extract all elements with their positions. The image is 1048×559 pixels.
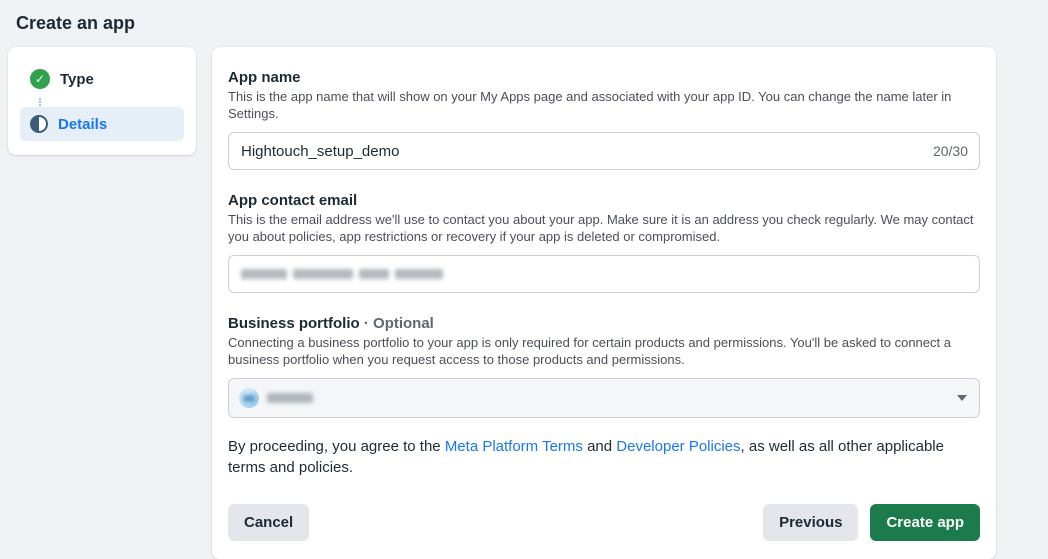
meta-platform-terms-link[interactable]: Meta Platform Terms bbox=[445, 438, 583, 455]
chevron-down-icon bbox=[957, 395, 967, 401]
previous-button[interactable]: Previous bbox=[763, 504, 859, 541]
business-portfolio-select[interactable] bbox=[228, 378, 980, 418]
char-counter: 20/30 bbox=[932, 143, 968, 159]
create-app-button[interactable]: Create app bbox=[870, 504, 980, 541]
developer-policies-link[interactable]: Developer Policies bbox=[616, 438, 740, 455]
step-connector-dotted-line bbox=[39, 98, 41, 106]
cancel-button[interactable]: Cancel bbox=[228, 504, 310, 541]
contact-email-label: App contact email bbox=[228, 192, 358, 209]
business-avatar bbox=[239, 388, 259, 408]
stepper-item-details[interactable]: Details bbox=[20, 107, 184, 141]
redacted-email-segment bbox=[293, 269, 353, 279]
redacted-business-name bbox=[267, 393, 313, 403]
create-app-form-card: App name This is the app name that will … bbox=[212, 47, 996, 559]
legal-middle: and bbox=[582, 438, 617, 455]
page-layout: ✓ Type Details App name This is the app … bbox=[0, 47, 1048, 559]
redacted-email-segment bbox=[395, 269, 443, 279]
stepper-item-label: Details bbox=[58, 115, 108, 133]
redacted-email-segment bbox=[359, 269, 389, 279]
stepper-item-type[interactable]: ✓ Type bbox=[20, 61, 184, 97]
page-title: Create an app bbox=[16, 13, 136, 33]
business-portfolio-label-text: Business portfolio bbox=[228, 315, 360, 332]
stepper-card: ✓ Type Details bbox=[8, 47, 196, 155]
stepper-item-label: Type bbox=[60, 70, 94, 88]
contact-email-description: This is the email address we'll use to c… bbox=[228, 212, 974, 244]
app-name-description: This is the app name that will show on y… bbox=[228, 89, 952, 121]
app-name-input[interactable] bbox=[228, 132, 980, 170]
redacted-email-segment bbox=[241, 269, 287, 279]
app-name-label: App name bbox=[228, 69, 301, 86]
business-portfolio-label: Business portfolio · Optional bbox=[228, 315, 980, 332]
contact-email-input[interactable] bbox=[228, 255, 980, 293]
legal-text: By proceeding, you agree to the Meta Pla… bbox=[228, 436, 980, 478]
legal-prefix: By proceeding, you agree to the bbox=[228, 438, 445, 455]
footer-actions: Cancel Previous Create app bbox=[228, 504, 980, 541]
business-portfolio-description: Connecting a business portfolio to your … bbox=[228, 335, 951, 367]
app-name-input-wrap: 20/30 bbox=[228, 132, 980, 170]
contact-email-input-wrap bbox=[228, 255, 980, 293]
check-circle-icon: ✓ bbox=[30, 69, 50, 89]
half-circle-progress-icon bbox=[30, 115, 48, 133]
optional-badge: · Optional bbox=[363, 315, 434, 332]
